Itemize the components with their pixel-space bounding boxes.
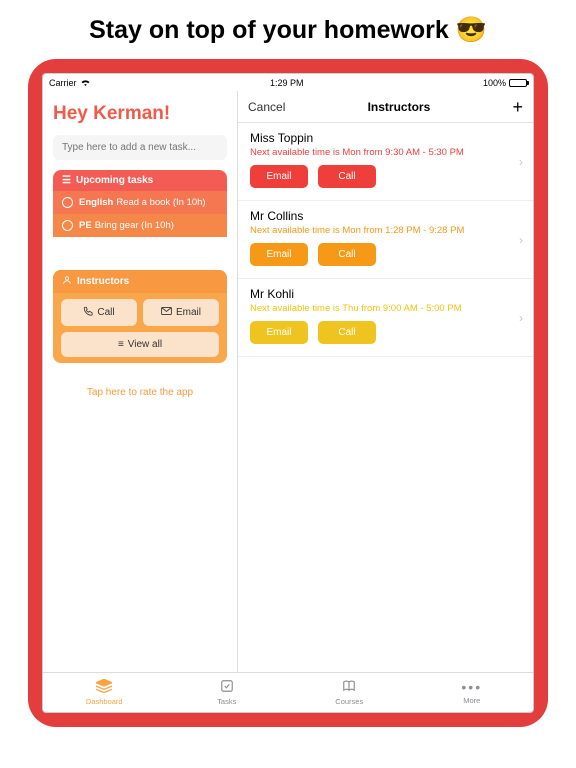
tab-label: Courses [335, 697, 363, 706]
instructor-availability: Next available time is Thu from 9:00 AM … [250, 303, 521, 314]
new-task-input[interactable] [53, 135, 227, 160]
tab-tasks[interactable]: Tasks [166, 673, 289, 712]
add-button[interactable]: + [512, 98, 523, 116]
task-desc: Bring gear [95, 220, 139, 231]
wifi-icon [80, 78, 91, 88]
chevron-right-icon: › [519, 311, 523, 325]
task-desc: Page 98 [104, 243, 139, 254]
list-icon: ☰ [62, 175, 71, 186]
instructor-email-button[interactable]: Email [250, 165, 308, 188]
promo-title: Stay on top of your homework 😎 [0, 0, 576, 59]
instructor-item[interactable]: Mr Collins Next available time is Mon fr… [238, 201, 533, 279]
upcoming-tasks-card: ☰ Upcoming tasks EnglishRead a book (In … [53, 170, 227, 260]
instructors-card: Instructors Call Email [53, 270, 227, 363]
instructor-name: Mr Collins [250, 209, 521, 223]
more-icon: ••• [461, 680, 482, 694]
instructor-call-button[interactable]: Call [318, 321, 376, 344]
book-icon [342, 679, 356, 695]
task-desc: Read a book [116, 197, 170, 208]
chevron-right-icon: › [519, 233, 523, 247]
tab-label: Tasks [217, 697, 236, 706]
tab-dashboard[interactable]: Dashboard [43, 673, 166, 712]
task-when: (In 10h) [141, 220, 174, 231]
tasks-icon [220, 679, 234, 695]
instructors-card-header: Instructors [53, 270, 227, 293]
chevron-right-icon: › [519, 155, 523, 169]
instructor-availability: Next available time is Mon from 1:28 PM … [250, 225, 521, 236]
nav-title: Instructors [368, 100, 431, 114]
view-all-button[interactable]: ≡ View all [61, 332, 219, 357]
instructor-name: Miss Toppin [250, 131, 521, 145]
instructor-name: Mr Kohli [250, 287, 521, 301]
device-frame: Carrier 1:29 PM 100% Hey Kerman! ☰ Upcom… [28, 59, 548, 727]
view-all-label: View all [128, 339, 162, 350]
task-checkbox[interactable] [62, 243, 73, 254]
tab-courses[interactable]: Courses [288, 673, 411, 712]
task-checkbox[interactable] [62, 197, 73, 208]
menu-icon: ≡ [118, 339, 124, 350]
instructor-email-button[interactable]: Email [250, 321, 308, 344]
task-subject: Math [79, 243, 101, 254]
rate-app-link[interactable]: Tap here to rate the app [53, 387, 227, 398]
tab-label: More [463, 696, 480, 705]
instructor-list[interactable]: Miss Toppin Next available time is Mon f… [238, 123, 533, 672]
instructor-call-button[interactable]: Call [318, 243, 376, 266]
task-when: (In 10h) [173, 197, 206, 208]
carrier-label: Carrier [49, 78, 77, 88]
status-bar: Carrier 1:29 PM 100% [43, 74, 533, 91]
status-time: 1:29 PM [270, 78, 304, 88]
upcoming-tasks-header: ☰ Upcoming tasks [53, 170, 227, 191]
instructor-item[interactable]: Miss Toppin Next available time is Mon f… [238, 123, 533, 201]
battery-pct: 100% [483, 78, 506, 88]
call-button[interactable]: Call [61, 299, 137, 326]
instructors-pane: Cancel Instructors + Miss Toppin Next av… [238, 91, 533, 672]
instructors-card-title: Instructors [77, 276, 129, 287]
phone-icon [83, 306, 93, 319]
greeting: Hey Kerman! [53, 99, 227, 125]
battery-icon [509, 79, 527, 87]
mail-icon [161, 307, 172, 318]
stack-icon [96, 679, 112, 695]
tab-label: Dashboard [86, 697, 123, 706]
instructor-email-button[interactable]: Email [250, 243, 308, 266]
task-row[interactable]: PEBring gear (In 10h) [53, 214, 227, 237]
task-when: (In 6d) [142, 243, 169, 254]
dashboard-pane: Hey Kerman! ☰ Upcoming tasks EnglishRead… [43, 91, 238, 672]
task-row[interactable]: MathPage 98 (In 6d) [53, 237, 227, 260]
upcoming-tasks-title: Upcoming tasks [76, 175, 153, 186]
task-checkbox[interactable] [62, 220, 73, 231]
email-label: Email [176, 307, 201, 318]
task-subject: English [79, 197, 113, 208]
task-subject: PE [79, 220, 92, 231]
tab-more[interactable]: ••• More [411, 673, 534, 712]
device-screen: Carrier 1:29 PM 100% Hey Kerman! ☰ Upcom… [42, 73, 534, 713]
instructor-availability: Next available time is Mon from 9:30 AM … [250, 147, 521, 158]
person-icon [62, 275, 72, 288]
email-button[interactable]: Email [143, 299, 219, 326]
instructor-call-button[interactable]: Call [318, 165, 376, 188]
call-label: Call [97, 307, 114, 318]
tab-bar: Dashboard Tasks Courses ••• More [43, 672, 533, 712]
cancel-button[interactable]: Cancel [248, 100, 285, 114]
nav-bar: Cancel Instructors + [238, 91, 533, 123]
task-row[interactable]: EnglishRead a book (In 10h) [53, 191, 227, 214]
instructor-item[interactable]: Mr Kohli Next available time is Thu from… [238, 279, 533, 357]
